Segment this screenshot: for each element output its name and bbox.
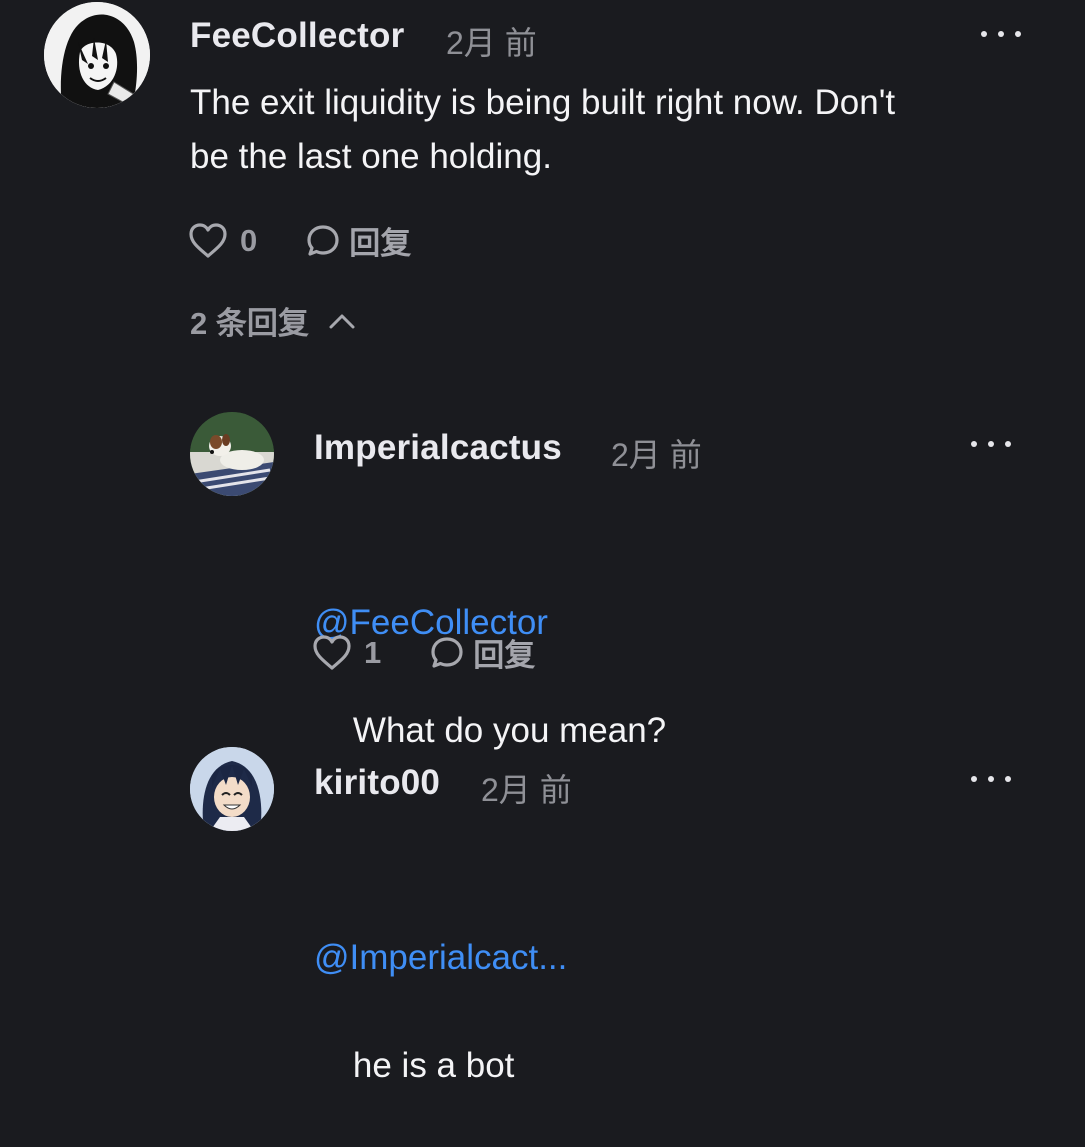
replies-count-label: 2 条回复 bbox=[190, 306, 309, 341]
reply-author[interactable]: kirito00 bbox=[314, 763, 440, 803]
reply-timestamp: 2月 前 bbox=[481, 772, 572, 808]
more-options-button[interactable] bbox=[971, 769, 1011, 789]
more-dots-icon bbox=[971, 441, 977, 447]
avatar[interactable] bbox=[44, 2, 150, 108]
reply: kirito00 2月 前 @Imperialcact... he is a b… bbox=[0, 735, 1085, 1085]
reply: Imperialcactus 2月 前 @FeeCollector What d… bbox=[0, 400, 1085, 750]
avatar[interactable] bbox=[190, 412, 274, 496]
reply-button[interactable]: 回复 bbox=[429, 630, 535, 675]
reply-actions: 1 回复 bbox=[312, 630, 535, 675]
avatar-image bbox=[44, 2, 150, 108]
speech-bubble-icon bbox=[431, 636, 463, 668]
avatar-image bbox=[190, 747, 274, 831]
mention-link[interactable]: @Imperialcact... bbox=[314, 931, 1054, 985]
reply-author[interactable]: Imperialcactus bbox=[314, 428, 562, 468]
like-button[interactable]: 0 bbox=[188, 222, 257, 260]
comment-timestamp: 2月 前 bbox=[446, 25, 537, 61]
more-options-button[interactable] bbox=[971, 434, 1011, 454]
reply-body: @Imperialcact... he is a bot bbox=[314, 823, 1054, 1147]
heart-outline-icon bbox=[313, 634, 351, 670]
heart-outline-icon bbox=[189, 222, 227, 258]
like-count: 1 bbox=[364, 634, 382, 670]
more-dots-icon bbox=[981, 31, 987, 37]
avatar[interactable] bbox=[190, 747, 274, 831]
reply-button[interactable]: 回复 bbox=[305, 218, 411, 263]
reply-timestamp: 2月 前 bbox=[611, 437, 702, 473]
avatar-image bbox=[190, 412, 274, 496]
more-dots-icon bbox=[971, 776, 977, 782]
chevron-up-icon bbox=[329, 314, 355, 328]
reply-text: he is a bot bbox=[352, 1046, 515, 1085]
like-button[interactable]: 1 bbox=[312, 634, 381, 672]
reply-label: 回复 bbox=[473, 638, 536, 673]
speech-bubble-icon bbox=[307, 224, 339, 256]
comment-text: The exit liquidity is being built right … bbox=[190, 83, 896, 176]
replies-toggle[interactable]: 2 条回复 bbox=[190, 298, 357, 343]
comment-author[interactable]: FeeCollector bbox=[190, 16, 404, 56]
like-count: 0 bbox=[240, 222, 258, 258]
comment: FeeCollector 2月 前 The exit liquidity is … bbox=[0, 0, 1085, 343]
comment-actions: 0 回复 bbox=[188, 218, 411, 263]
reply-label: 回复 bbox=[349, 226, 412, 261]
more-options-button[interactable] bbox=[981, 24, 1021, 44]
